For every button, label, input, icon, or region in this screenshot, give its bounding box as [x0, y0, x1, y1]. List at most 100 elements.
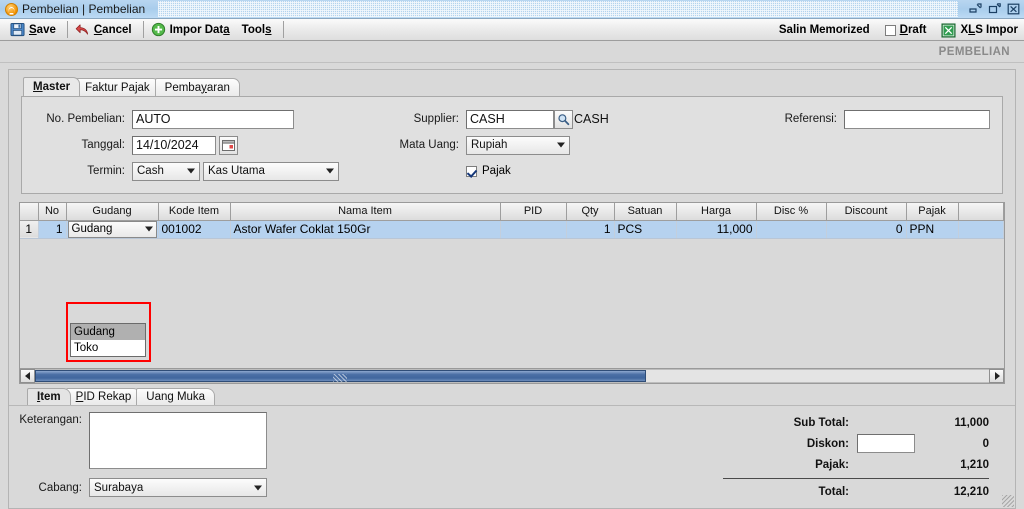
- cell-qty[interactable]: 1: [566, 220, 615, 239]
- title-bar: Pembelian | Pembelian: [0, 0, 1024, 19]
- grid-col-pid[interactable]: PID: [500, 203, 567, 221]
- module-label-strip: PEMBELIAN: [0, 41, 1024, 63]
- termin-label: Termin:: [87, 165, 125, 177]
- total-value: 12,210: [953, 485, 989, 498]
- supplier-name-text: CASH: [574, 112, 609, 126]
- app-icon: [5, 2, 18, 16]
- field-mata-uang: Mata Uang: Rupiah: [394, 133, 754, 157]
- cancel-label: Cancel: [93, 23, 132, 36]
- import-data-button[interactable]: Impor Data: [147, 20, 238, 40]
- totals-block: Sub Total: 11,000 Diskon: 0 Pajak: 1,210: [719, 412, 989, 502]
- chevron-down-icon: [187, 168, 195, 174]
- grid-horizontal-scrollbar[interactable]: [20, 368, 1004, 383]
- form-column-left: No. Pembelian: AUTO Tanggal: 14/10/2024: [34, 107, 394, 185]
- toolbar-right-group: Salin Memorized Draft XLS Impor: [775, 19, 1020, 41]
- mata-uang-select[interactable]: Rupiah: [466, 135, 570, 155]
- add-circle-icon: [151, 22, 165, 37]
- tab-uang-muka[interactable]: Uang Muka: [136, 388, 216, 405]
- calendar-button[interactable]: [219, 135, 238, 155]
- master-tabstrip: Master Faktur Pajak Pembayaran: [9, 77, 1015, 96]
- item-grid-header-row: No Gudang Kode Item Nama Item PID Qty Sa…: [20, 203, 1004, 221]
- supplier-lookup-button[interactable]: [554, 109, 573, 129]
- tools-button[interactable]: Tools: [238, 20, 280, 40]
- termin-account-select[interactable]: Kas Utama: [203, 161, 339, 181]
- pajak-total-value: 1,210: [960, 458, 989, 471]
- cell-harga[interactable]: 11,000: [676, 220, 757, 239]
- cell-nama-item[interactable]: Astor Wafer Coklat 150Gr: [230, 220, 501, 239]
- gudang-dropdown-popup[interactable]: Gudang Toko: [70, 323, 146, 357]
- grid-col-no[interactable]: No: [38, 203, 67, 221]
- cell-gudang[interactable]: Gudang: [66, 220, 159, 239]
- tab-faktur-pajak[interactable]: Faktur Pajak: [75, 78, 160, 96]
- supplier-input[interactable]: CASH: [466, 109, 554, 129]
- detail-tabstrip: Item PID Rekap Uang Muka: [9, 387, 1015, 405]
- cell-pid[interactable]: [500, 220, 567, 239]
- tab-uang-muka-label: Uang Muka: [146, 391, 206, 403]
- dropdown-option-gudang[interactable]: Gudang: [71, 324, 145, 340]
- xls-import-button[interactable]: XLS Impor: [937, 20, 1020, 40]
- toolbar-separator-3: [282, 21, 284, 38]
- diskon-input[interactable]: [857, 434, 915, 453]
- cell-kode-item[interactable]: 001002: [158, 220, 231, 239]
- restore-icon[interactable]: [967, 1, 983, 16]
- grid-col-pajak[interactable]: Pajak: [906, 203, 959, 221]
- maximize-icon[interactable]: [986, 1, 1002, 16]
- gudang-select[interactable]: Gudang: [67, 220, 157, 237]
- table-row[interactable]: 1 1 Gudang 001002 Astor Wafer Coklat 150…: [20, 220, 1004, 239]
- tab-pembayaran[interactable]: Pembayaran: [154, 78, 240, 96]
- scrollbar-track[interactable]: [35, 369, 989, 383]
- grid-col-qty[interactable]: Qty: [566, 203, 615, 221]
- scroll-right-button[interactable]: [989, 369, 1004, 383]
- save-icon: [10, 22, 25, 37]
- draft-checkbox-box[interactable]: [884, 24, 896, 36]
- pajak-label: Pajak: [482, 165, 511, 177]
- tab-master[interactable]: Master: [23, 77, 81, 96]
- termin-select[interactable]: Cash: [132, 161, 200, 181]
- resize-grip[interactable]: [1002, 495, 1014, 507]
- tanggal-input[interactable]: 14/10/2024: [132, 135, 216, 155]
- tab-item[interactable]: Item: [27, 388, 71, 405]
- grid-col-disc-persen[interactable]: Disc %: [756, 203, 827, 221]
- save-button[interactable]: Save: [6, 20, 64, 40]
- grid-col-gudang[interactable]: Gudang: [66, 203, 159, 221]
- row-indicator: 1: [20, 220, 39, 239]
- footer-left: Keterangan: Cabang: Surabaya: [19, 412, 449, 502]
- salin-memorized-button[interactable]: Salin Memorized: [775, 20, 872, 40]
- keterangan-textarea[interactable]: [89, 412, 267, 469]
- titlebar-hatch-fill: [158, 1, 958, 17]
- total-row-diskon: Diskon: 0: [719, 433, 989, 454]
- xls-import-label: XLS Impor: [960, 24, 1018, 36]
- grid-col-kode-item[interactable]: Kode Item: [158, 203, 231, 221]
- scroll-left-button[interactable]: [20, 369, 35, 383]
- referensi-input[interactable]: [844, 109, 990, 129]
- grid-col-extra[interactable]: [958, 203, 1004, 221]
- tab-pid-rekap[interactable]: PID Rekap: [65, 388, 142, 405]
- chevron-down-icon: [254, 485, 262, 490]
- dropdown-option-toko[interactable]: Toko: [71, 340, 145, 356]
- draft-checkbox[interactable]: Draft: [881, 20, 929, 40]
- pajak-checkbox[interactable]: [466, 165, 477, 177]
- cabang-value: Surabaya: [94, 481, 144, 494]
- grid-col-harga[interactable]: Harga: [676, 203, 757, 221]
- field-tanggal: Tanggal: 14/10/2024: [34, 133, 394, 157]
- master-tab-panel: No. Pembelian: AUTO Tanggal: 14/10/2024: [21, 96, 1003, 194]
- field-supplier: Supplier: CASH CASH: [394, 107, 754, 131]
- cell-satuan[interactable]: PCS: [614, 220, 677, 239]
- cell-extra[interactable]: [958, 220, 1004, 239]
- total-row-total: Total: 12,210: [719, 481, 989, 502]
- tab-pid-rekap-label: PID Rekap: [75, 391, 132, 403]
- cell-pajak[interactable]: PPN: [906, 220, 959, 239]
- termin-value: Cash: [137, 165, 164, 177]
- toolbar-separator-2: [142, 21, 144, 38]
- grid-col-discount[interactable]: Discount: [826, 203, 907, 221]
- scrollbar-thumb[interactable]: [35, 370, 646, 382]
- cell-disc-persen[interactable]: [756, 220, 827, 239]
- cancel-button[interactable]: Cancel: [71, 20, 140, 40]
- cabang-select[interactable]: Surabaya: [89, 478, 267, 497]
- cell-discount[interactable]: 0: [826, 220, 907, 239]
- no-pembelian-input[interactable]: AUTO: [132, 109, 294, 129]
- grid-col-satuan[interactable]: Satuan: [614, 203, 677, 221]
- grid-col-nama-item[interactable]: Nama Item: [230, 203, 501, 221]
- diskon-label: Diskon:: [806, 437, 849, 450]
- close-icon[interactable]: [1005, 1, 1021, 16]
